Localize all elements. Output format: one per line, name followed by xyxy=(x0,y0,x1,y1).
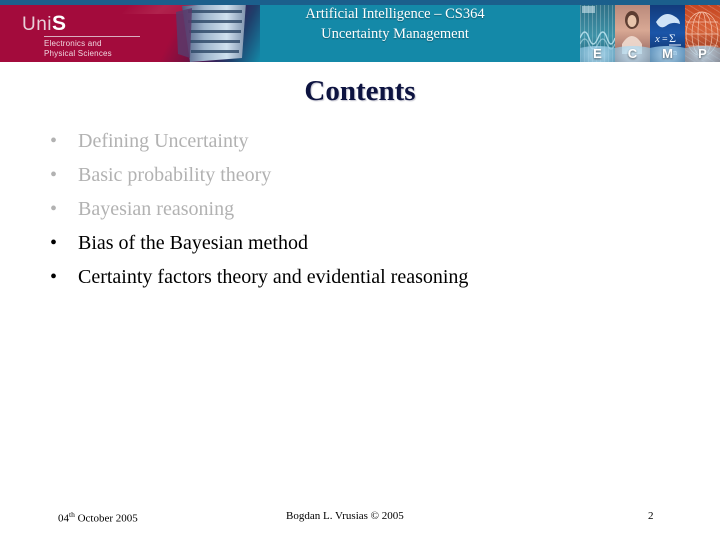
unis-logo-department: Electronics and Physical Sciences xyxy=(44,39,140,58)
svg-text:=: = xyxy=(662,34,668,45)
strip-label-c: C xyxy=(627,46,638,61)
unis-logo: UniS Electronics and Physical Sciences xyxy=(22,12,140,58)
unis-logo-prefix: Uni xyxy=(22,14,53,35)
unis-logo-divider xyxy=(44,36,140,37)
strip-cell-c: C xyxy=(615,4,650,62)
contents-list: • Defining Uncertainty • Basic probabili… xyxy=(50,124,690,294)
footer-date: 04th October 2005 xyxy=(58,510,138,525)
strip-cell-e: E xyxy=(580,4,615,62)
bullet-marker: • xyxy=(50,164,58,186)
footer-page-number: 2 xyxy=(648,510,654,522)
department-line-1: Electronics and xyxy=(44,39,102,48)
unis-logo-suffix: S xyxy=(52,12,67,35)
list-item: • Certainty factors theory and evidentia… xyxy=(50,260,690,294)
header-banner: UniS Electronics and Physical Sciences A… xyxy=(0,0,720,62)
lecture-title: Uncertainty Management xyxy=(321,26,469,42)
bullet-marker: • xyxy=(50,266,58,288)
department-line-2: Physical Sciences xyxy=(44,48,112,58)
strip-label-m: M xyxy=(662,46,673,61)
list-item-label: Bias of the Bayesian method xyxy=(78,232,308,254)
list-item-label: Bayesian reasoning xyxy=(78,198,235,220)
footer-date-rest: October 2005 xyxy=(74,512,138,525)
page-title: Contents xyxy=(304,75,416,107)
svg-text:Σ: Σ xyxy=(669,31,676,45)
unis-logo-wordmark: UniS xyxy=(22,12,140,35)
list-item: • Bayesian reasoning xyxy=(50,192,690,226)
slide-footer: 04th October 2005 Bogdan L. Vrusias © 20… xyxy=(0,500,720,540)
header-title: Artificial Intelligence – CS364 Uncertai… xyxy=(230,4,560,44)
bullet-marker: • xyxy=(50,232,58,254)
list-item: • Basic probability theory xyxy=(50,158,690,192)
strip-cell-m: x = Σ n M xyxy=(650,4,685,62)
strip-label-e: E xyxy=(593,46,602,61)
strip-cell-p: P xyxy=(685,4,720,62)
list-item: • Defining Uncertainty xyxy=(50,124,690,158)
footer-date-number: 04 xyxy=(58,512,69,525)
list-item: • Bias of the Bayesian method xyxy=(50,226,690,260)
bullet-marker: • xyxy=(50,198,58,220)
course-title: Artificial Intelligence – CS364 xyxy=(305,6,485,22)
list-item-label: Basic probability theory xyxy=(78,164,272,186)
strip-label-p: P xyxy=(698,46,707,61)
bullet-marker: • xyxy=(50,130,58,152)
footer-author: Bogdan L. Vrusias © 2005 xyxy=(286,510,404,522)
list-item-label: Certainty factors theory and evidential … xyxy=(78,266,469,288)
header-image-strip: E C x = Σ n M xyxy=(580,4,720,62)
list-item-label: Defining Uncertainty xyxy=(78,130,249,152)
svg-text:x: x xyxy=(654,33,660,45)
